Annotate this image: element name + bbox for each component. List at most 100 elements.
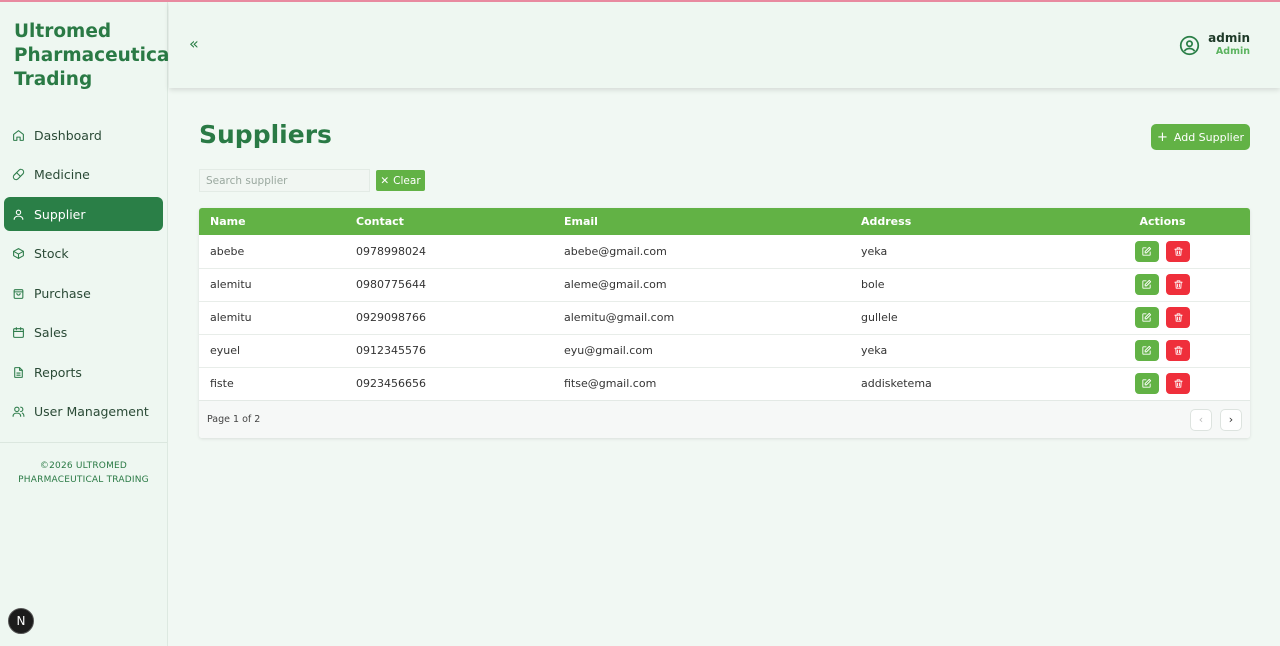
user-menu[interactable]: admin Admin [1179,31,1250,59]
cell-address: gullele [861,311,898,324]
cell-email: abebe@gmail.com [564,244,667,258]
table-header-row: Name Contact Email Address Actions [199,208,1250,235]
user-role: Admin [1215,46,1250,57]
user-circle-icon [1180,35,1200,55]
box-icon [13,248,24,259]
table-row: fiste 0923456656 fitse@gmail.com addiske… [199,367,1250,400]
edit-icon [1142,312,1152,322]
cell-address: addisketema [861,377,932,390]
sidebar-item-label: Stock [34,246,69,261]
edit-button[interactable] [1134,240,1159,262]
sidebar-item-dashboard[interactable]: Dashboard [4,118,163,152]
edit-icon [1142,279,1152,289]
edit-button[interactable] [1134,307,1159,328]
trash-icon [1174,346,1183,355]
sidebar-item-supplier[interactable]: Supplier [4,197,163,231]
sidebar-item-label: Supplier [34,206,86,222]
footer-line: PHARMACEUTICAL TRADING [18,474,149,485]
cell-name: abebe [210,244,245,258]
add-supplier-button[interactable]: + Add Supplier [1151,124,1250,150]
chevron-right-icon: › [1228,413,1234,426]
previous-page-button[interactable]: ‹ [1190,408,1212,431]
cell-name: fiste [210,377,234,390]
close-icon: ✕ [380,174,390,187]
table-pagination: Page 1 of 2 ‹ › [199,400,1250,438]
file-text-icon [14,366,23,378]
cell-actions [1075,301,1250,334]
cell-email: aleme@gmail.com [564,278,667,291]
table-row: eyuel 0912345576 eyu@gmail.com yeka [199,334,1250,367]
column-header-contact[interactable]: Contact [345,208,553,235]
table-row: alemitu 0980775644 aleme@gmail.com bole [199,268,1250,301]
cell-email: eyu@gmail.com [564,344,653,357]
sidebar-item-label: Sales [34,325,68,340]
cell-contact: 0980775644 [356,278,426,291]
cell-contact: 0929098766 [356,311,426,324]
edit-button[interactable] [1134,274,1159,295]
footer-line: ©2026 ULTROMED [39,460,128,471]
sidebar-item-stock[interactable]: Stock [4,237,163,271]
trash-icon [1174,247,1183,256]
suppliers-table-card: Name Contact Email Address Actions abebe… [199,208,1250,438]
calendar-icon [13,327,24,338]
sidebar-item-medicine[interactable]: Medicine [4,158,163,192]
sidebar-item-label: Medicine [34,167,90,182]
edit-button[interactable] [1134,373,1159,394]
column-header-email[interactable]: Email [553,208,850,235]
user-name: admin [1208,31,1250,45]
clear-search-button[interactable]: ✕ Clear [376,170,425,191]
cell-email: fitse@gmail.com [564,377,657,390]
cell-address: yeka [861,244,888,258]
sidebar-item-sales[interactable]: Sales [4,316,163,350]
sidebar-item-label: Dashboard [34,127,102,143]
next-page-button[interactable]: › [1220,408,1242,431]
column-header-name[interactable]: Name [199,208,345,235]
suppliers-table: Name Contact Email Address Actions abebe… [199,208,1250,401]
cell-actions [1075,268,1250,301]
collapse-sidebar-icon[interactable]: « [189,36,199,52]
sidebar-item-label: Reports [34,364,82,380]
shopping-bag-icon [13,288,24,299]
brand-title: Ultromed Pharmaceutical Trading [0,0,176,118]
edit-icon [1142,345,1152,355]
cell-contact: 0923456656 [356,377,426,390]
cell-actions [1075,235,1250,268]
brand-line: Pharmaceutical [14,45,176,66]
sidebar: Ultromed Pharmaceutical Trading Dashboar… [0,0,176,646]
plus-icon: + [1156,129,1168,145]
sidebar-item-user-management[interactable]: User Management [4,395,163,429]
delete-button[interactable] [1166,240,1191,262]
trash-icon [1174,379,1183,388]
cell-actions [1075,367,1250,400]
sidebar-nav: Dashboard Medicine Supplier Stock Purcha… [0,118,167,429]
pill-icon [12,168,25,181]
add-supplier-label: Add Supplier [1173,130,1245,144]
edit-button[interactable] [1134,340,1159,361]
delete-button[interactable] [1166,307,1191,328]
cell-address: yeka [861,344,888,357]
cell-contact: 0912345576 [356,344,426,357]
table-row: alemitu 0929098766 alemitu@gmail.com gul… [199,301,1250,334]
dev-tools-badge[interactable]: N [8,608,34,634]
delete-button[interactable] [1166,340,1191,361]
delete-button[interactable] [1166,274,1191,295]
pager-controls: ‹ › [1182,408,1242,431]
user-icon [13,209,24,220]
cell-actions [1075,334,1250,367]
edit-icon [1142,378,1152,388]
brand-line: Ultromed [14,21,112,42]
cell-name: alemitu [210,311,252,324]
column-header-actions: Actions [1139,215,1186,228]
sidebar-item-reports[interactable]: Reports [4,355,163,389]
cell-address: bole [861,278,885,291]
table-row: abebe 0978998024 abebe@gmail.com yeka [199,235,1250,268]
search-supplier-input[interactable] [199,169,370,192]
edit-icon [1142,246,1152,256]
users-icon [12,406,25,417]
column-header-address[interactable]: Address [850,208,1075,235]
sidebar-footer: ©2026 ULTROMED PHARMACEUTICAL TRADING [0,443,167,487]
brand-line: Trading [14,69,93,90]
clear-label: Clear [393,174,421,187]
delete-button[interactable] [1166,373,1191,394]
sidebar-item-purchase[interactable]: Purchase [4,276,163,310]
